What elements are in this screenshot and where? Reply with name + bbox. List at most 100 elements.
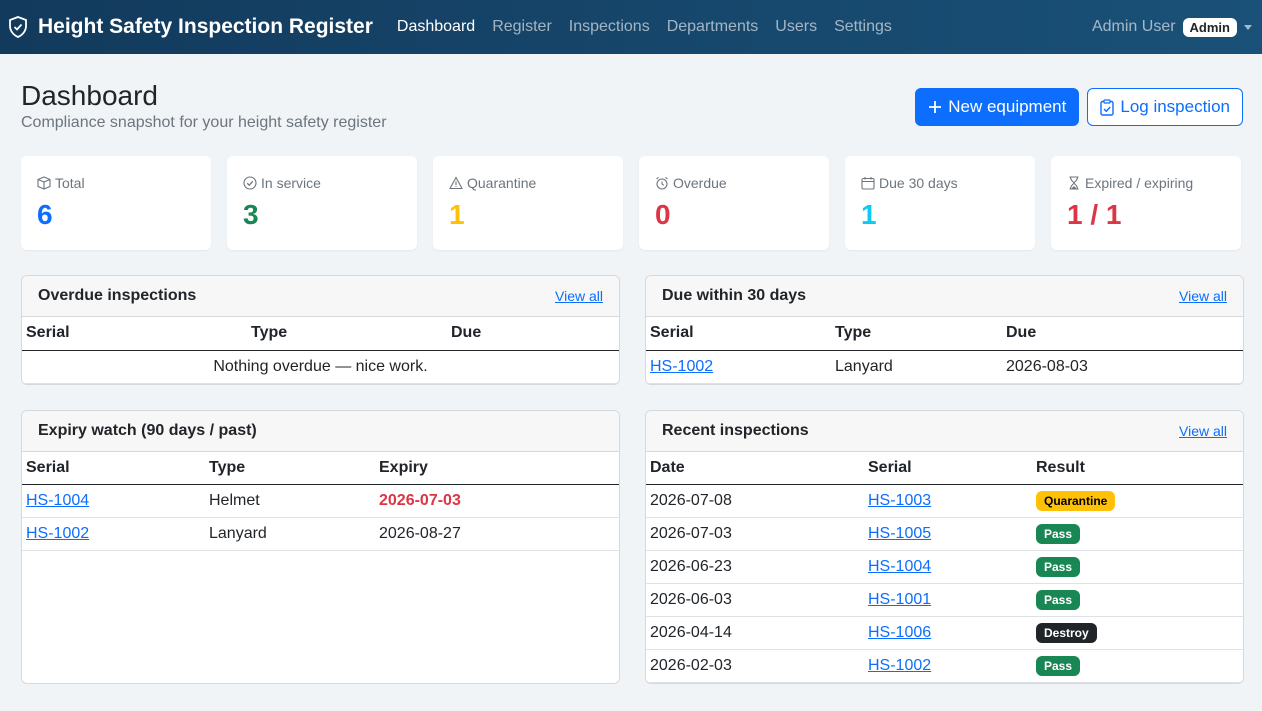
column-header[interactable]: Due xyxy=(1002,317,1243,351)
type-cell: Helmet xyxy=(205,484,375,518)
box-icon xyxy=(37,176,51,190)
stat-quarantine: Quarantine 1 xyxy=(433,156,623,250)
stat-in-service: In service 3 xyxy=(227,156,417,250)
result-badge: Pass xyxy=(1036,557,1081,577)
role-badge: Admin xyxy=(1182,17,1237,37)
date-cell: 2026-07-03 xyxy=(646,517,864,551)
stat-value: 1 xyxy=(449,199,465,230)
serial-link[interactable]: HS-1002 xyxy=(868,657,931,674)
column-header[interactable]: Expiry xyxy=(375,451,619,485)
card-title: Due within 30 days xyxy=(662,287,807,304)
serial-link[interactable]: HS-1002 xyxy=(26,525,89,542)
expiry-table: Serial Type Expiry HS-1004 Helmet 2026-0… xyxy=(22,451,619,551)
table-row: HS-1004 Helmet 2026-07-03 xyxy=(22,484,619,518)
type-cell: Lanyard xyxy=(205,517,375,551)
empty-message: Nothing overdue — nice work. xyxy=(22,350,619,384)
user-menu[interactable]: Admin User Admin xyxy=(1091,17,1254,37)
stat-value: 1 xyxy=(861,199,877,230)
stat-overdue: Overdue 0 xyxy=(639,156,829,250)
serial-link[interactable]: HS-1004 xyxy=(26,492,89,509)
date-cell: 2026-07-08 xyxy=(646,484,864,518)
plus-icon xyxy=(929,101,942,113)
empty-row: Nothing overdue — nice work. xyxy=(22,350,619,384)
column-header[interactable]: Type xyxy=(831,317,1002,351)
stats-row: Total 6 In service 3 Quarantine 1 Overdu… xyxy=(21,156,1243,250)
table-row: 2026-07-03 HS-1005 Pass xyxy=(646,517,1243,551)
nav-settings[interactable]: Settings xyxy=(834,18,892,36)
result-badge: Pass xyxy=(1036,524,1081,544)
nav-inspections[interactable]: Inspections xyxy=(569,18,650,36)
log-inspection-label: Log inspection xyxy=(1120,97,1230,116)
stat-label: Quarantine xyxy=(467,175,537,191)
nav-register[interactable]: Register xyxy=(492,18,552,36)
result-badge: Pass xyxy=(1036,656,1081,676)
alarm-icon xyxy=(656,176,668,190)
stat-label: Expired / expiring xyxy=(1085,175,1194,191)
new-equipment-button[interactable]: New equipment xyxy=(915,88,1080,126)
due-30-table: Serial Type Due HS-1002 Lanyard 2026-08-… xyxy=(646,317,1243,384)
view-all-link[interactable]: View all xyxy=(1179,423,1227,439)
due-cell: 2026-08-03 xyxy=(1002,350,1243,384)
hourglass-icon xyxy=(1069,176,1079,190)
type-cell: Lanyard xyxy=(831,350,1002,384)
view-all-link[interactable]: View all xyxy=(1179,288,1227,304)
date-cell: 2026-04-14 xyxy=(646,616,864,650)
nav-departments[interactable]: Departments xyxy=(667,18,759,36)
table-row: HS-1002 Lanyard 2026-08-03 xyxy=(646,350,1243,384)
date-cell: 2026-06-03 xyxy=(646,583,864,617)
serial-link[interactable]: HS-1006 xyxy=(868,624,931,641)
serial-link[interactable]: HS-1004 xyxy=(868,558,931,575)
column-header[interactable]: Serial xyxy=(646,317,831,351)
stat-value: 1 / 1 xyxy=(1067,199,1122,230)
column-header[interactable]: Serial xyxy=(864,451,1032,485)
chevron-down-icon xyxy=(1244,24,1252,30)
stat-value: 3 xyxy=(243,199,259,230)
date-cell: 2026-02-03 xyxy=(646,649,864,683)
shield-check-icon xyxy=(9,16,27,38)
expiry-watch-card: Expiry watch (90 days / past) Serial Typ… xyxy=(21,409,620,684)
page-title: Dashboard xyxy=(21,80,158,111)
app-title: Height Safety Inspection Register xyxy=(38,15,373,38)
column-header[interactable]: Serial xyxy=(22,317,247,351)
serial-link[interactable]: HS-1002 xyxy=(650,358,713,375)
brand[interactable]: Height Safety Inspection Register xyxy=(8,15,373,39)
log-inspection-button[interactable]: Log inspection xyxy=(1087,88,1243,126)
column-header[interactable]: Result xyxy=(1032,451,1243,485)
column-header[interactable]: Due xyxy=(447,317,619,351)
recent-inspections-card: Recent inspections View all Date Serial … xyxy=(645,409,1244,684)
warning-icon xyxy=(449,176,463,190)
table-row: 2026-06-23 HS-1004 Pass xyxy=(646,550,1243,584)
table-row: 2026-07-08 HS-1003 Quarantine xyxy=(646,484,1243,518)
serial-link[interactable]: HS-1003 xyxy=(868,492,931,509)
card-title: Recent inspections xyxy=(662,421,809,439)
stat-expired: Expired / expiring 1 / 1 xyxy=(1051,156,1241,250)
stat-label: In service xyxy=(261,175,321,191)
card-title: Expiry watch (90 days / past) xyxy=(38,421,257,439)
check-circle-icon xyxy=(243,176,257,190)
overdue-inspections-card: Overdue inspections View all Serial Type… xyxy=(21,275,620,385)
user-name: Admin User xyxy=(1091,18,1176,35)
serial-link[interactable]: HS-1005 xyxy=(868,525,931,542)
nav-users[interactable]: Users xyxy=(775,18,817,36)
page-subtitle: Compliance snapshot for your height safe… xyxy=(21,114,387,131)
column-header[interactable]: Type xyxy=(205,451,375,485)
table-row: 2026-04-14 HS-1006 Destroy xyxy=(646,616,1243,650)
table-row: HS-1002 Lanyard 2026-08-27 xyxy=(22,517,619,551)
due-30-days-card: Due within 30 days View all Serial Type … xyxy=(645,275,1244,385)
column-header[interactable]: Date xyxy=(646,451,864,485)
date-cell: 2026-06-23 xyxy=(646,550,864,584)
result-badge: Destroy xyxy=(1036,623,1097,643)
stat-label: Overdue xyxy=(673,175,727,191)
top-navbar: Height Safety Inspection Register Dashbo… xyxy=(0,0,1262,54)
serial-link[interactable]: HS-1001 xyxy=(868,591,931,608)
view-all-link[interactable]: View all xyxy=(555,288,603,304)
table-row: 2026-02-03 HS-1002 Pass xyxy=(646,649,1243,683)
expiry-cell: 2026-07-03 xyxy=(375,484,619,518)
nav-dashboard[interactable]: Dashboard xyxy=(397,18,475,36)
card-title: Overdue inspections xyxy=(38,287,197,304)
overdue-table: Serial Type Due Nothing overdue — nice w… xyxy=(22,317,619,384)
column-header[interactable]: Serial xyxy=(22,451,205,485)
result-badge: Pass xyxy=(1036,590,1081,610)
column-header[interactable]: Type xyxy=(247,317,447,351)
stat-due-30: Due 30 days 1 xyxy=(845,156,1035,250)
